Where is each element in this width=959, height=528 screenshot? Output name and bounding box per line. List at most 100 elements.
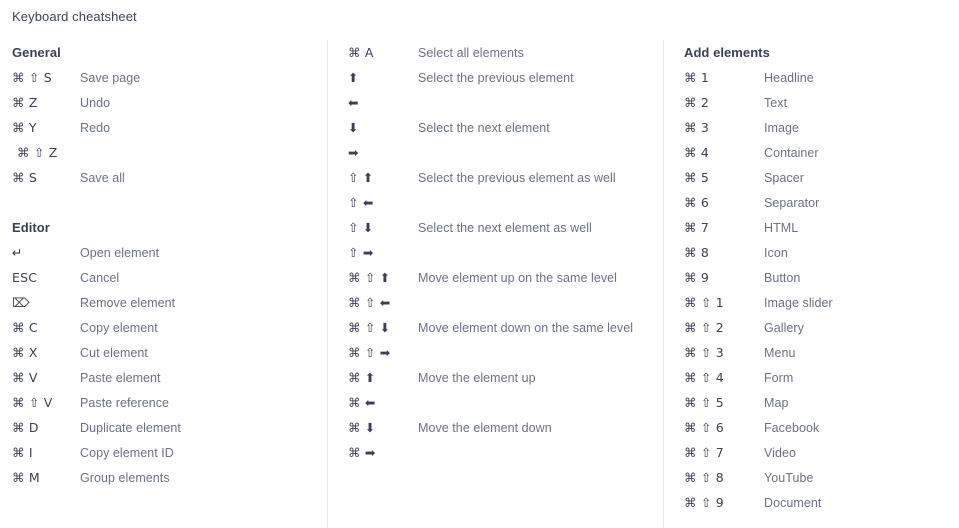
shortcut-row[interactable]: ⌘ ⬅ [348,390,663,415]
shortcut-label: Redo [80,121,111,135]
shortcut-row[interactable]: ⌘ 9 Button [684,265,959,290]
shortcut-row[interactable]: ⌘ ⇧ 1 Image slider [684,290,959,315]
shortcut-row[interactable]: ⇧ ⬇ Select the next element as well [348,215,663,240]
shortcut-label: Duplicate element [80,421,181,435]
shortcut-label: Headline [764,71,814,85]
shortcut-row[interactable]: ⌘ C Copy element [12,315,327,340]
shortcut-label: Menu [764,346,796,360]
shortcut-row[interactable]: ⌘ ⇧ 6 Facebook [684,415,959,440]
shortcut-keys: ⌘ ⇧ 3 [684,345,724,360]
shortcut-row[interactable]: ⌘ ⇧ 8 YouTube [684,465,959,490]
shortcut-keys: ⬆ [348,70,359,85]
shortcut-keys: ⌘ ⬇ [348,420,376,435]
shortcut-label: Copy element [80,321,158,335]
shortcut-row[interactable]: ESC Cancel [12,265,327,290]
shortcut-row[interactable]: ⌘ 6 Separator [684,190,959,215]
shortcut-row[interactable]: ⌘ Y Redo [12,115,327,140]
shortcut-keys: ⌘ S [12,170,38,185]
shortcut-row[interactable]: ⌘ ⇧ 4 Form [684,365,959,390]
shortcut-keys: ⌘ C [12,320,38,335]
shortcut-label: Icon [764,246,788,260]
shortcut-list-add-elements: ⌘ 1 Headline ⌘ 2 Text ⌘ 3 Image ⌘ 4 Container ⌘ … [684,65,959,515]
shortcut-keys: ⌘ 1 [684,70,710,85]
shortcut-keys: ⌘ D [12,420,39,435]
shortcut-row[interactable]: ⇧ ⬅ [348,190,663,215]
shortcut-row[interactable]: ⌘ ⇧ S Save page [12,65,327,90]
shortcut-keys: ↵ [12,245,23,260]
shortcut-keys: ⌘ Z [12,95,38,110]
shortcut-row[interactable]: ⬅ [348,90,663,115]
shortcut-keys: ⌘ A [348,45,374,60]
shortcut-label: Select the next element as well [418,221,592,235]
shortcut-row[interactable]: ⌦ Remove element [12,290,327,315]
shortcut-label: Form [764,371,794,385]
shortcut-row[interactable]: ⌘ ⇧ V Paste reference [12,390,327,415]
shortcut-keys: ⌘ ⇧ ➡ [348,345,391,360]
shortcut-row[interactable]: ⌘ ⇧ ⬅ [348,290,663,315]
shortcut-label: Facebook [764,421,820,435]
shortcut-row[interactable]: ⇧ ➡ [348,240,663,265]
shortcut-keys: ⌘ 2 [684,95,710,110]
section-heading-general: General [12,45,61,60]
shortcut-row[interactable]: ⌘ ⇧ 9 Document [684,490,959,515]
shortcut-row[interactable]: ⌘ ⇧ 2 Gallery [684,315,959,340]
shortcut-label: Save page [80,71,141,85]
shortcut-row[interactable]: ⌘ 3 Image [684,115,959,140]
shortcut-row[interactable]: ⌘ Z Undo [12,90,327,115]
shortcut-keys: ⌘ ⇧ 8 [684,470,724,485]
shortcut-label: Save all [80,171,125,185]
shortcut-row[interactable]: ⌘ ⇧ 3 Menu [684,340,959,365]
shortcut-label: HTML [764,221,799,235]
shortcut-row[interactable]: ⬆ Select the previous element [348,65,663,90]
shortcut-keys: ESC [12,270,38,285]
shortcut-row[interactable]: ⌘ X Cut element [12,340,327,365]
shortcut-keys: ⌘ I [12,445,33,460]
shortcut-keys: ⌘ ⇧ 6 [684,420,724,435]
shortcut-keys: ⌘ ⇧ S [12,70,52,85]
shortcut-row[interactable]: ⌘ 4 Container [684,140,959,165]
shortcut-row[interactable]: ⬇ Select the next element [348,115,663,140]
shortcut-label: Paste element [80,371,161,385]
shortcut-row[interactable]: ⌘ D Duplicate element [12,415,327,440]
shortcut-keys: ⬅ [348,95,359,110]
shortcut-row[interactable]: ⌘ ⬆ Move the element up [348,365,663,390]
shortcut-row[interactable]: ⌘ 8 Icon [684,240,959,265]
column-middle: ⌘ A Select all elements ⬆ Select the previo… [327,40,663,528]
shortcut-row[interactable]: ⌘ 5 Spacer [684,165,959,190]
shortcut-label: Group elements [80,471,170,485]
shortcut-row[interactable]: ⌘ ⇧ ⬇ Move element down on the same level [348,315,663,340]
shortcut-row[interactable]: ➡ [348,140,663,165]
shortcut-row[interactable]: ⌘ ⇧ ➡ [348,340,663,365]
shortcut-row[interactable]: ⌘ A Select all elements [348,40,663,65]
shortcut-row[interactable]: ⌘ V Paste element [12,365,327,390]
shortcut-row[interactable]: ↵ Open element [12,240,327,265]
shortcut-row[interactable]: ⇧ ⬆ Select the previous element as well [348,165,663,190]
shortcut-row[interactable]: ⌘ ⬇ Move the element down [348,415,663,440]
shortcut-keys: ⌘ M [12,470,40,485]
shortcut-keys: ⌘ ⇧ ⬇ [348,320,391,335]
shortcut-row[interactable]: ⌘ 1 Headline [684,65,959,90]
shortcut-row[interactable]: ⌘ 2 Text [684,90,959,115]
shortcut-keys: ⇧ ⬇ [348,220,374,235]
shortcut-row[interactable]: ⌘ I Copy element ID [12,440,327,465]
shortcut-row[interactable]: ⌘ ⇧ ⬆ Move element up on the same level [348,265,663,290]
shortcut-row[interactable]: ⌘ ⇧ Z [12,140,327,165]
shortcut-label: Separator [764,196,820,210]
shortcut-label: YouTube [764,471,814,485]
shortcut-list-selection: ⌘ A Select all elements ⬆ Select the previo… [348,40,663,465]
shortcut-row[interactable]: ⌘ ⇧ 5 Map [684,390,959,415]
shortcut-row[interactable]: ⌘ S Save all [12,165,327,190]
shortcut-keys: ⌘ ⇧ 5 [684,395,724,410]
shortcut-row[interactable]: ⌘ M Group elements [12,465,327,490]
shortcut-keys: ⌘ 9 [684,270,710,285]
shortcut-label: Remove element [80,296,176,310]
shortcut-row[interactable]: ⌘ 7 HTML [684,215,959,240]
shortcut-keys: ⌘ 8 [684,245,710,260]
shortcut-keys: ⌘ ⇧ 1 [684,295,724,310]
shortcut-label: Gallery [764,321,804,335]
shortcut-row[interactable]: ⌘ ➡ [348,440,663,465]
shortcut-keys: ⌘ 4 [684,145,710,160]
column-right: Add elements ⌘ 1 Headline ⌘ 2 Text ⌘ 3 Image ⌘ … [663,40,959,528]
shortcut-row[interactable]: ⌘ ⇧ 7 Video [684,440,959,465]
